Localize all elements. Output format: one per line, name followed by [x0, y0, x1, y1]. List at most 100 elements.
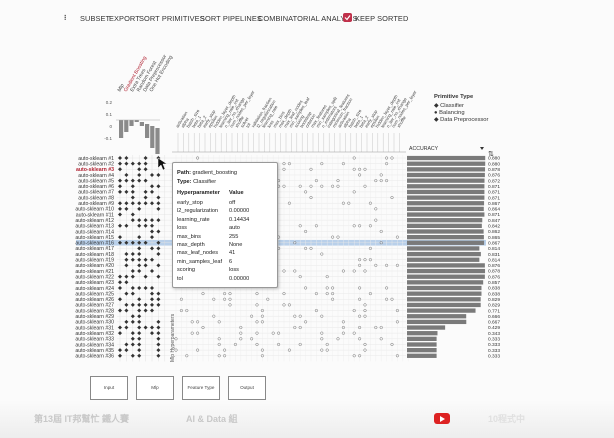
primitive-glyph[interactable] — [118, 161, 122, 166]
primitive-glyph[interactable] — [124, 172, 129, 177]
primitive-glyph[interactable] — [118, 201, 122, 206]
primitive-glyph[interactable] — [137, 201, 142, 206]
primitive-glyph[interactable] — [124, 308, 129, 313]
primitive-glyph[interactable] — [118, 206, 122, 211]
primitive-glyph[interactable] — [130, 218, 135, 223]
primitive-glyph[interactable] — [118, 353, 122, 358]
primitive-glyph[interactable] — [150, 291, 154, 296]
pipeline-label[interactable]: auto-sklearn #36 — [75, 354, 114, 360]
primitive-glyph[interactable] — [143, 167, 148, 172]
primitive-glyph[interactable] — [156, 291, 161, 296]
primitive-glyph[interactable] — [130, 257, 135, 262]
primitive-glyph[interactable] — [124, 291, 129, 296]
primitive-glyph[interactable] — [118, 156, 122, 160]
primitive-glyph[interactable] — [137, 161, 142, 166]
primitive-glyph[interactable] — [124, 252, 129, 257]
primitive-glyph[interactable] — [124, 274, 129, 279]
primitive-glyph[interactable] — [130, 274, 135, 279]
primitive-glyph[interactable] — [150, 308, 154, 313]
primitive-glyph[interactable] — [143, 218, 148, 223]
primitive-glyph[interactable] — [156, 302, 161, 307]
primitive-glyph[interactable] — [130, 353, 135, 358]
primitive-glyph[interactable] — [156, 342, 161, 347]
primitive-glyph[interactable] — [137, 218, 142, 223]
primitive-glyph[interactable] — [143, 263, 148, 268]
primitive-glyph[interactable] — [137, 252, 142, 257]
primitive-glyph[interactable] — [130, 178, 135, 183]
primitive-glyph[interactable] — [118, 178, 122, 183]
primitive-glyph[interactable] — [150, 302, 154, 307]
primitive-glyph[interactable] — [118, 184, 122, 189]
primitive-glyph[interactable] — [124, 302, 129, 307]
primitive-glyph[interactable] — [137, 285, 142, 290]
primitive-glyph[interactable] — [143, 156, 148, 160]
flow-node-output[interactable]: Output — [228, 376, 266, 400]
primitive-glyph[interactable] — [118, 325, 122, 330]
primitive-glyph[interactable] — [130, 195, 135, 200]
primitive-glyph[interactable] — [137, 223, 142, 228]
primitive-glyph[interactable] — [118, 297, 122, 302]
primitive-glyph[interactable] — [156, 246, 161, 251]
primitive-glyph[interactable] — [156, 201, 161, 206]
primitive-glyph[interactable] — [150, 285, 154, 290]
primitive-glyph[interactable] — [150, 325, 154, 330]
primitive-glyph[interactable] — [137, 167, 142, 172]
primitive-glyph[interactable] — [130, 161, 135, 166]
primitive-glyph[interactable] — [124, 201, 129, 206]
primitive-glyph[interactable] — [137, 314, 142, 319]
primitive-glyph[interactable] — [150, 269, 154, 273]
primitive-glyph[interactable] — [150, 189, 154, 194]
primitive-glyph[interactable] — [130, 285, 135, 290]
primitive-glyph[interactable] — [137, 336, 142, 341]
play-icon[interactable] — [434, 413, 450, 424]
primitive-glyph[interactable] — [118, 280, 122, 285]
primitive-glyph[interactable] — [150, 257, 154, 262]
primitive-glyph[interactable] — [156, 319, 161, 324]
primitive-glyph[interactable] — [143, 161, 148, 166]
primitive-glyph[interactable] — [156, 325, 161, 330]
primitive-glyph[interactable] — [143, 201, 148, 206]
primitive-glyph[interactable] — [137, 257, 142, 262]
primitive-glyph[interactable] — [137, 325, 142, 330]
primitive-glyph[interactable] — [143, 285, 148, 290]
primitive-glyph[interactable] — [150, 229, 154, 234]
primitive-glyph[interactable] — [143, 195, 148, 200]
primitive-glyph[interactable] — [124, 223, 129, 228]
primitive-glyph[interactable] — [156, 331, 161, 336]
primitive-glyph[interactable] — [124, 156, 129, 160]
primitive-glyph[interactable] — [150, 235, 154, 240]
primitive-glyph[interactable] — [118, 331, 122, 336]
primitive-glyph[interactable] — [130, 184, 135, 189]
primitive-glyph[interactable] — [130, 336, 135, 341]
primitive-glyph[interactable] — [130, 342, 135, 347]
primitive-glyph[interactable] — [150, 218, 154, 223]
primitive-glyph[interactable] — [143, 308, 148, 313]
primitive-glyph[interactable] — [156, 353, 161, 358]
primitive-glyph[interactable] — [143, 257, 148, 262]
primitive-glyph[interactable] — [124, 189, 129, 194]
primitive-glyph[interactable] — [156, 252, 161, 257]
primitive-glyph[interactable] — [124, 161, 129, 166]
primitive-glyph[interactable] — [130, 252, 135, 257]
primitive-glyph[interactable] — [137, 302, 142, 307]
flow-node-input[interactable]: Input — [90, 376, 128, 400]
chevron-down-icon[interactable] — [480, 147, 484, 150]
primitive-glyph[interactable] — [156, 184, 161, 189]
primitive-glyph[interactable] — [118, 274, 122, 279]
primitive-glyph[interactable] — [143, 274, 148, 279]
primitive-glyph[interactable] — [124, 325, 129, 330]
primitive-glyph[interactable] — [156, 229, 161, 234]
primitive-glyph[interactable] — [150, 223, 154, 228]
flow-node-feature-type[interactable]: Feature Type — [182, 376, 220, 400]
primitive-glyph[interactable] — [124, 319, 129, 324]
primitive-glyph[interactable] — [156, 172, 161, 177]
primitive-glyph[interactable] — [118, 189, 122, 194]
primitive-glyph[interactable] — [150, 331, 154, 336]
primitive-glyph[interactable] — [130, 189, 135, 194]
primitive-glyph[interactable] — [150, 246, 154, 251]
primitive-glyph[interactable] — [143, 223, 148, 228]
primitive-glyph[interactable] — [130, 201, 135, 206]
primitive-glyph[interactable] — [137, 342, 142, 347]
primitive-glyph[interactable] — [150, 297, 154, 302]
primitive-glyph[interactable] — [143, 178, 148, 183]
